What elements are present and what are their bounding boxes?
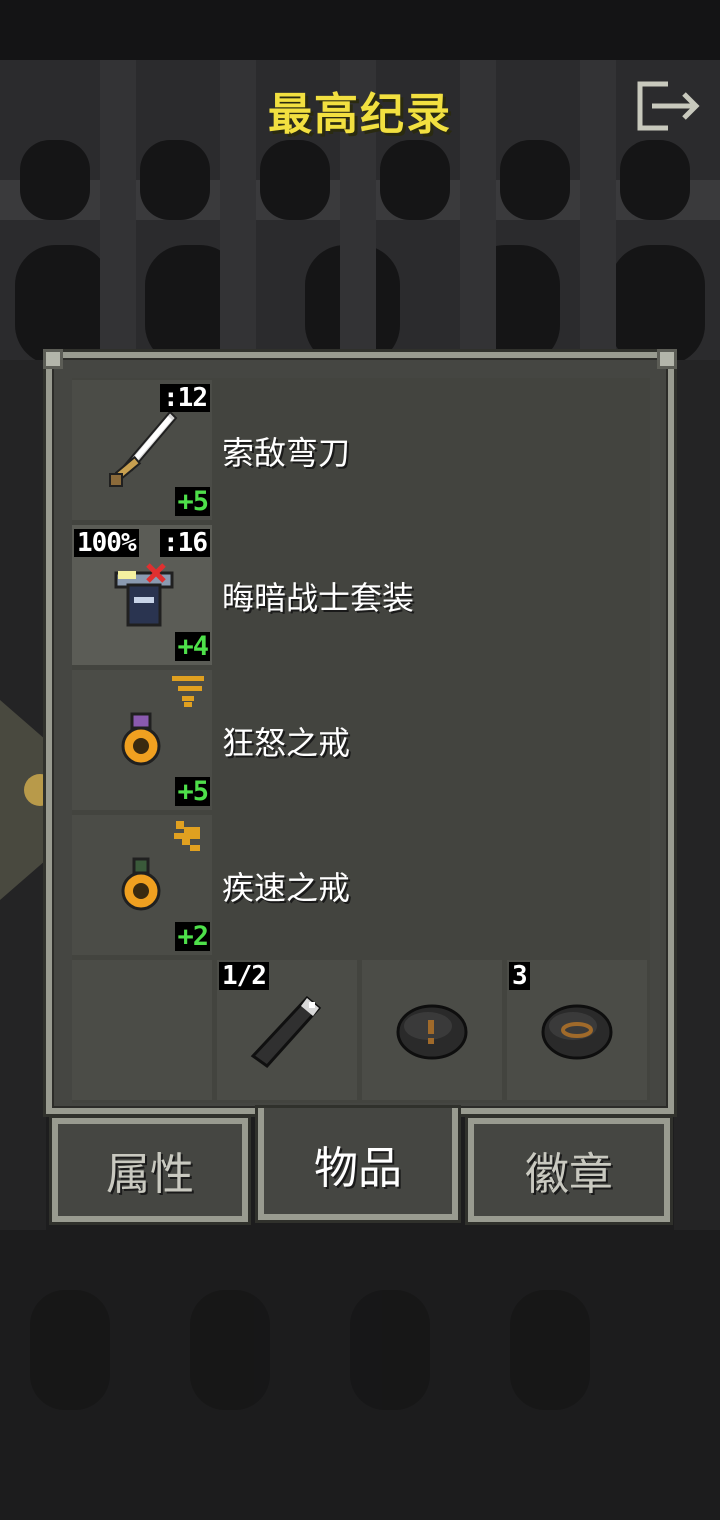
quickslot-badge: 3 [509,962,530,990]
item-level: +4 [175,631,210,662]
panel-corner [657,349,677,369]
item-name: 疾速之戒 [222,869,351,907]
wand-icon [250,995,322,1069]
item-row[interactable]: :12 +5 索敌弯刀 [72,380,650,520]
stone-eye-icon [541,1004,613,1060]
item-level: +5 [175,776,210,807]
panel-corner [43,349,63,369]
tab-label: 属性 [106,1149,194,1200]
item-row[interactable]: +5 狂怒之戒 [72,670,650,810]
ring-icon [121,857,161,911]
exit-button[interactable] [634,80,706,132]
item-level: +5 [175,486,210,517]
tab-items[interactable]: 物品 [258,1108,458,1220]
quickslot[interactable] [362,960,502,1100]
page-title: 最高纪录 [268,89,452,140]
haste-glyph-icon [174,821,200,851]
item-row[interactable]: +2 疾速之戒 [72,815,650,955]
item-name: 索敌弯刀 [222,434,351,472]
tab-label: 物品 [314,1143,402,1194]
item-slot[interactable]: :12 +5 [72,380,212,520]
quickslot[interactable]: 3 [507,960,647,1100]
fury-glyph-icon [172,676,204,707]
item-durability: 100% [74,529,139,557]
exit-icon [637,81,700,131]
armor-icon [114,563,174,627]
item-level: +2 [175,921,210,952]
tab-label: 徽章 [525,1149,613,1200]
item-row[interactable]: 100% :16 +4 晦暗战士套装 [72,525,650,665]
quickslot[interactable] [72,960,212,1100]
stone-icon [396,1004,468,1060]
item-slot[interactable]: +5 [72,670,212,810]
quickslot-badge: 1/2 [219,962,269,990]
item-name: 狂怒之戒 [222,724,351,762]
quickslot[interactable]: 1/2 [217,960,357,1100]
item-name: 晦暗战士套装 [222,579,415,617]
item-count: :16 [160,529,210,557]
item-count: :12 [160,384,210,412]
item-slot[interactable]: 100% :16 +4 [72,525,212,665]
item-slot[interactable]: +2 [72,815,212,955]
tab-attributes[interactable]: 属性 [52,1118,248,1222]
ring-icon [121,712,161,766]
tab-badges[interactable]: 徽章 [468,1118,670,1222]
sword-icon [109,410,178,487]
